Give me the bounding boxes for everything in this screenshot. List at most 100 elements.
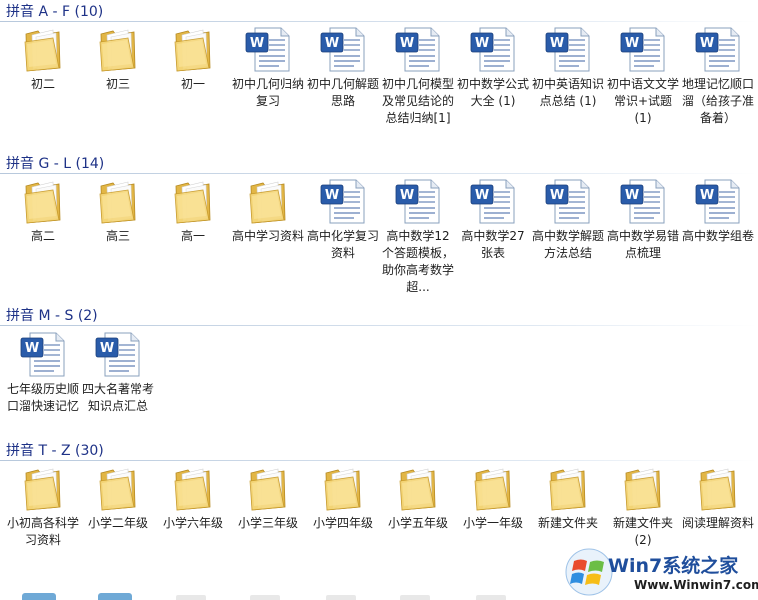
folder-icon [549, 468, 586, 511]
folder-item[interactable]: 小学一年级 [456, 463, 530, 532]
item-icon [169, 24, 217, 72]
watermark-brand: Win7系统之家 [608, 555, 739, 577]
document-item[interactable]: W 高中化学复习资料 [306, 176, 380, 262]
item-label: 高三 [105, 229, 130, 243]
word-document-icon: W [320, 179, 365, 224]
item-label: 初一 [180, 77, 205, 91]
item-label: 初中几何解题思路 [306, 77, 379, 108]
group-header[interactable]: 拼音 M - S (2) [0, 306, 758, 326]
word-document-icon: W [20, 332, 65, 377]
folder-item[interactable]: 高中学习资料 [231, 176, 305, 245]
document-item[interactable]: W 高中数学27张表 [456, 176, 530, 262]
group-header[interactable]: 拼音 A - F (10) [0, 2, 758, 22]
item-icon: W [319, 176, 367, 224]
item-icon: W [544, 24, 592, 72]
document-item[interactable]: W 初中语文文学常识+试题 (1) [606, 24, 680, 127]
item-label: 小学一年级 [462, 516, 523, 530]
folder-icon [174, 29, 211, 72]
item-label: 高中数学27张表 [461, 229, 525, 260]
group-header[interactable]: 拼音 T - Z (30) [0, 441, 758, 461]
document-item[interactable]: W 高中数学易错点梳理 [606, 176, 680, 262]
item-icon: W [394, 176, 442, 224]
group-divider [0, 173, 758, 174]
document-item[interactable]: W 高中数学组卷 [681, 176, 755, 245]
document-item[interactable]: W 初中几何归纳复习 [231, 24, 305, 110]
folder-icon [324, 468, 361, 511]
folder-item[interactable]: 阅读理解资料 [681, 463, 755, 532]
folder-item[interactable]: 小学六年级 [156, 463, 230, 532]
group-header[interactable]: 拼音 G - L (14) [0, 154, 758, 174]
word-document-icon: W [470, 179, 515, 224]
word-document-icon: W [620, 27, 665, 72]
item-icon: W [319, 24, 367, 72]
folder-item[interactable]: 高一 [156, 176, 230, 245]
document-item[interactable]: W 七年级历史顺口溜快速记忆 [6, 329, 80, 415]
word-document-icon: W [95, 332, 140, 377]
group-divider [0, 460, 758, 461]
item-icon [244, 463, 292, 511]
document-item[interactable]: W 四大名著常考知识点汇总 [81, 329, 155, 415]
folder-item[interactable]: 新建文件夹 [531, 463, 605, 532]
document-item[interactable]: W 初中数学公式大全 (1) [456, 24, 530, 110]
folder-item[interactable]: 初一 [156, 24, 230, 93]
document-item[interactable]: W 初中英语知识点总结 (1) [531, 24, 605, 110]
word-document-icon: W [395, 179, 440, 224]
document-item[interactable]: W 初中几何解题思路 [306, 24, 380, 110]
item-label: 高中数学12个答题模板，助你高考数学超... [381, 229, 454, 294]
folder-item[interactable]: 高三 [81, 176, 155, 245]
word-document-icon: W [245, 27, 290, 72]
item-label: 高二 [30, 229, 55, 243]
svg-text:W: W [400, 188, 414, 203]
item-icon [94, 463, 142, 511]
item-label: 初中几何归纳复习 [231, 77, 304, 108]
word-document-icon: W [545, 179, 590, 224]
folder-icon [249, 181, 286, 224]
folder-item[interactable]: 新建文件夹 (2) [606, 463, 680, 549]
group-title: 拼音 G - L (14) [6, 156, 105, 172]
item-icon [94, 24, 142, 72]
item-label: 地理记忆顺口溜（给孩子准备着） [681, 77, 754, 125]
folder-item[interactable]: 小学二年级 [81, 463, 155, 532]
document-item[interactable]: W 地理记忆顺口溜（给孩子准备着） [681, 24, 755, 127]
document-item[interactable]: W 初中几何模型及常见结论的总结归纳[1] [381, 24, 455, 127]
document-item[interactable]: W 高中数学12个答题模板，助你高考数学超... [381, 176, 455, 296]
folder-item[interactable]: 初二 [6, 24, 80, 93]
item-label: 初中数学公式大全 (1) [456, 77, 529, 108]
document-item[interactable]: W 高中数学解题方法总结 [531, 176, 605, 262]
folder-item[interactable]: 高二 [6, 176, 80, 245]
item-label: 高中数学组卷 [681, 229, 754, 243]
word-document-icon: W [320, 27, 365, 72]
folder-icon [99, 468, 136, 511]
item-icon [244, 176, 292, 224]
svg-text:W: W [400, 36, 414, 51]
item-icon: W [544, 176, 592, 224]
group-divider [0, 21, 758, 22]
folder-item[interactable]: 小学三年级 [231, 463, 305, 532]
svg-text:W: W [250, 36, 264, 51]
svg-text:W: W [325, 188, 339, 203]
item-icon [394, 463, 442, 511]
folder-icon [624, 468, 661, 511]
folder-icon [174, 181, 211, 224]
item-icon [694, 463, 742, 511]
item-icon: W [394, 24, 442, 72]
item-label: 七年级历史顺口溜快速记忆 [6, 382, 79, 413]
folder-item[interactable]: 小初高各科学习资料 [6, 463, 80, 549]
folder-item[interactable]: 初三 [81, 24, 155, 93]
windows-logo-icon [565, 548, 613, 596]
group-title: 拼音 M - S (2) [6, 308, 98, 324]
folder-icon [249, 468, 286, 511]
svg-text:W: W [700, 188, 714, 203]
item-icon [469, 463, 517, 511]
item-icon [619, 463, 667, 511]
folder-item[interactable]: 小学五年级 [381, 463, 455, 532]
folder-item[interactable]: 小学四年级 [306, 463, 380, 532]
item-icon [19, 463, 67, 511]
svg-text:W: W [550, 36, 564, 51]
item-icon: W [244, 24, 292, 72]
item-label: 新建文件夹 (2) [612, 516, 673, 547]
item-label: 小初高各科学习资料 [6, 516, 79, 547]
item-label: 初二 [30, 77, 55, 91]
folder-icon [24, 29, 61, 72]
watermark-logo: Win7系统之家 Www.Winwin7.com [560, 545, 758, 600]
